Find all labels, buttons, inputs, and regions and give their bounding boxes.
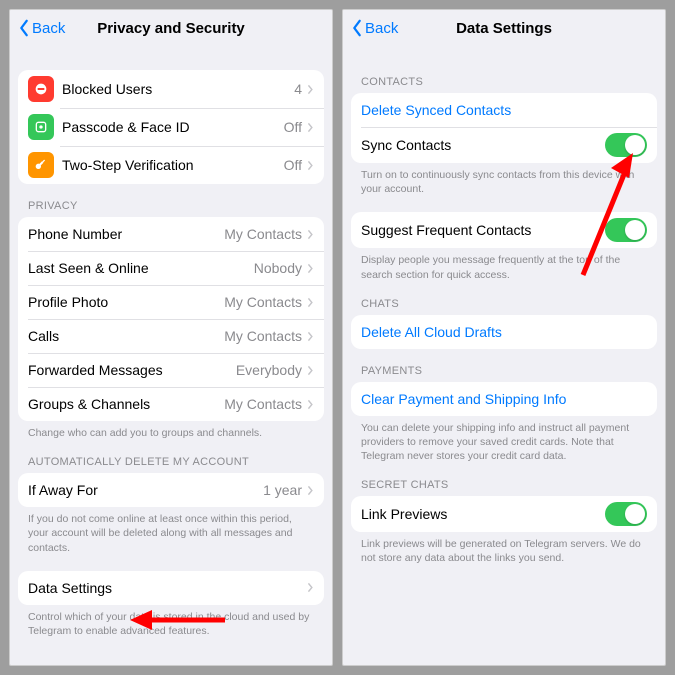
back-button[interactable]: Back: [351, 19, 398, 37]
back-label: Back: [32, 20, 65, 37]
sync-contacts-row: Sync Contacts: [351, 127, 657, 163]
delete-synced-contacts-row[interactable]: Delete Synced Contacts: [351, 93, 657, 127]
group-header: PAYMENTS: [351, 365, 657, 382]
row-value: 4: [294, 81, 302, 97]
data-settings-screen: Back Data Settings CONTACTS Delete Synce…: [342, 9, 666, 666]
data-settings-row[interactable]: Data Settings: [18, 571, 324, 605]
chevron-right-icon: [307, 229, 314, 240]
chevron-right-icon: [307, 331, 314, 342]
row-value: My Contacts: [224, 294, 302, 310]
phone-number-row[interactable]: Phone Number My Contacts: [18, 217, 324, 251]
passcode-icon: [28, 114, 54, 140]
two-step-row[interactable]: Two-Step Verification Off: [18, 146, 324, 184]
row-label: Delete Synced Contacts: [361, 102, 647, 118]
chats-group: CHATS Delete All Cloud Drafts: [351, 298, 657, 349]
delete-drafts-row[interactable]: Delete All Cloud Drafts: [351, 315, 657, 349]
privacy-security-screen: Back Privacy and Security Blocked Users …: [9, 9, 333, 666]
chevron-right-icon: [307, 399, 314, 410]
row-value: My Contacts: [224, 226, 302, 242]
data-settings-group: Data Settings Control which of your data…: [18, 571, 324, 638]
back-label: Back: [365, 20, 398, 37]
row-value: 1 year: [263, 482, 302, 498]
chevron-right-icon: [307, 263, 314, 274]
row-value: Off: [284, 157, 302, 173]
group-footer: Link previews will be generated on Teleg…: [351, 532, 657, 565]
if-away-row[interactable]: If Away For 1 year: [18, 473, 324, 507]
contacts-group: CONTACTS Delete Synced Contacts Sync Con…: [351, 76, 657, 196]
row-label: Link Previews: [361, 506, 605, 522]
chevron-right-icon: [307, 122, 314, 133]
groups-row[interactable]: Groups & Channels My Contacts: [18, 387, 324, 421]
row-value: Everybody: [236, 362, 302, 378]
passcode-row[interactable]: Passcode & Face ID Off: [18, 108, 324, 146]
row-value: My Contacts: [224, 396, 302, 412]
auto-delete-group: AUTOMATICALLY DELETE MY ACCOUNT If Away …: [18, 456, 324, 555]
row-label: Blocked Users: [62, 81, 294, 97]
row-label: Sync Contacts: [361, 137, 605, 153]
group-header: CONTACTS: [351, 76, 657, 93]
row-value: Nobody: [254, 260, 302, 276]
group-footer: You can delete your shipping info and in…: [351, 416, 657, 464]
content: Blocked Users 4 Passcode & Face ID Off: [10, 46, 332, 646]
row-label: Clear Payment and Shipping Info: [361, 391, 647, 407]
row-label: Passcode & Face ID: [62, 119, 284, 135]
blocked-users-row[interactable]: Blocked Users 4: [18, 70, 324, 108]
row-label: Forwarded Messages: [28, 362, 236, 378]
content: CONTACTS Delete Synced Contacts Sync Con…: [343, 46, 665, 574]
forwarded-row[interactable]: Forwarded Messages Everybody: [18, 353, 324, 387]
key-icon: [28, 152, 54, 178]
clear-payment-row[interactable]: Clear Payment and Shipping Info: [351, 382, 657, 416]
chevron-right-icon: [307, 485, 314, 496]
group-header: CHATS: [351, 298, 657, 315]
row-value: My Contacts: [224, 328, 302, 344]
nav-bar: Back Privacy and Security: [10, 10, 332, 46]
suggest-contacts-toggle[interactable]: [605, 218, 647, 242]
group-header: PRIVACY: [18, 200, 324, 217]
suggest-contacts-row: Suggest Frequent Contacts: [351, 212, 657, 248]
row-label: Data Settings: [28, 580, 307, 596]
row-label: Suggest Frequent Contacts: [361, 222, 605, 238]
row-label: Profile Photo: [28, 294, 224, 310]
link-previews-row: Link Previews: [351, 496, 657, 532]
chevron-right-icon: [307, 582, 314, 593]
group-footer: Control which of your data is stored in …: [18, 605, 324, 638]
nav-bar: Back Data Settings: [343, 10, 665, 46]
suggest-group: Suggest Frequent Contacts Display people…: [351, 212, 657, 281]
chevron-right-icon: [307, 365, 314, 376]
security-group: Blocked Users 4 Passcode & Face ID Off: [18, 70, 324, 184]
secret-chats-group: SECRET CHATS Link Previews Link previews…: [351, 479, 657, 565]
chevron-right-icon: [307, 297, 314, 308]
sync-contacts-toggle[interactable]: [605, 133, 647, 157]
chevron-right-icon: [307, 160, 314, 171]
back-button[interactable]: Back: [18, 19, 65, 37]
row-label: Delete All Cloud Drafts: [361, 324, 647, 340]
row-label: Groups & Channels: [28, 396, 224, 412]
group-footer: If you do not come online at least once …: [18, 507, 324, 555]
group-header: SECRET CHATS: [351, 479, 657, 496]
row-label: Two-Step Verification: [62, 157, 284, 173]
group-header: AUTOMATICALLY DELETE MY ACCOUNT: [18, 456, 324, 473]
chevron-left-icon: [18, 19, 30, 37]
row-label: Phone Number: [28, 226, 224, 242]
last-seen-row[interactable]: Last Seen & Online Nobody: [18, 251, 324, 285]
payments-group: PAYMENTS Clear Payment and Shipping Info…: [351, 365, 657, 464]
privacy-group: PRIVACY Phone Number My Contacts Last Se…: [18, 200, 324, 440]
row-label: Calls: [28, 328, 224, 344]
group-footer: Display people you message frequently at…: [351, 248, 657, 281]
row-label: If Away For: [28, 482, 263, 498]
chevron-left-icon: [351, 19, 363, 37]
chevron-right-icon: [307, 84, 314, 95]
group-footer: Change who can add you to groups and cha…: [18, 421, 324, 440]
group-footer: Turn on to continuously sync contacts fr…: [351, 163, 657, 196]
profile-photo-row[interactable]: Profile Photo My Contacts: [18, 285, 324, 319]
row-label: Last Seen & Online: [28, 260, 254, 276]
blocked-icon: [28, 76, 54, 102]
calls-row[interactable]: Calls My Contacts: [18, 319, 324, 353]
row-value: Off: [284, 119, 302, 135]
link-previews-toggle[interactable]: [605, 502, 647, 526]
